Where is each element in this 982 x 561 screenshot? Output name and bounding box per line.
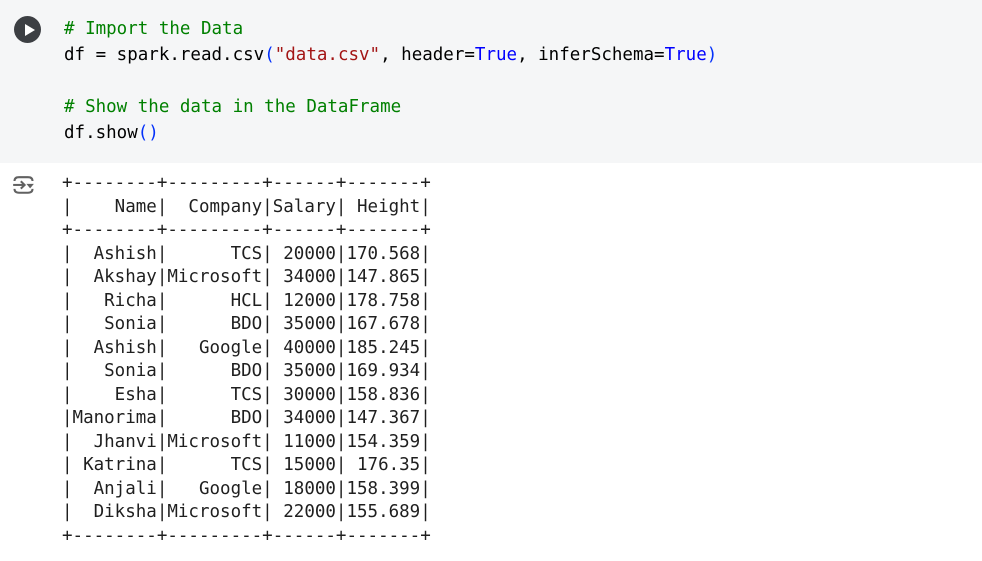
code-line: # Import the Data bbox=[64, 16, 717, 42]
output-text: +--------+---------+------+-------+ | Na… bbox=[62, 172, 431, 548]
code-line bbox=[64, 68, 717, 94]
notebook: # Import the Datadf = spark.read.csv("da… bbox=[0, 0, 982, 561]
output-presentation-icon bbox=[10, 172, 37, 199]
run-cell-button[interactable] bbox=[14, 16, 41, 43]
output-options-button[interactable] bbox=[10, 170, 40, 200]
code-line: df.show() bbox=[64, 120, 717, 146]
play-icon bbox=[25, 24, 35, 36]
code-line: df = spark.read.csv("data.csv", header=T… bbox=[64, 42, 717, 68]
cell-output-area: +--------+---------+------+-------+ | Na… bbox=[0, 163, 982, 561]
code-editor[interactable]: # Import the Datadf = spark.read.csv("da… bbox=[64, 16, 717, 146]
code-line: # Show the data in the DataFrame bbox=[64, 94, 717, 120]
code-cell[interactable]: # Import the Datadf = spark.read.csv("da… bbox=[0, 0, 982, 163]
